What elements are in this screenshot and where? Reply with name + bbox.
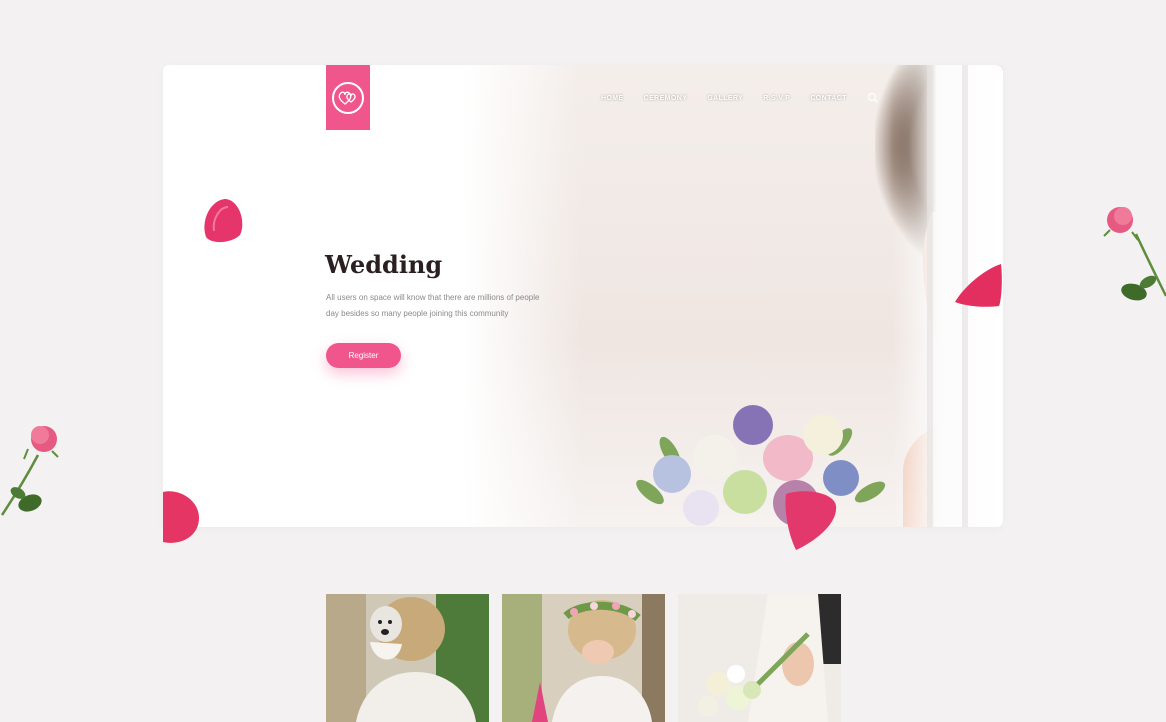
hero-description: All users on space will know that there … (326, 293, 540, 318)
gallery-thumbnail-1[interactable] (326, 594, 489, 722)
nav-item-home[interactable]: HOME (601, 95, 624, 102)
main-nav: HOME CEREMONY GALLERY R.S.V.P CONTACT (601, 92, 879, 104)
gallery-thumbnail-2[interactable] (502, 594, 665, 722)
logo[interactable] (326, 65, 370, 130)
nav-item-gallery[interactable]: GALLERY (707, 95, 743, 102)
rose-decoration-left (0, 426, 59, 516)
nav-item-rsvp[interactable]: R.S.V.P (763, 95, 790, 102)
rose-petal-decoration (785, 491, 837, 550)
rose-decoration-right (1103, 207, 1166, 301)
bouquet-image (632, 375, 903, 527)
logo-hearts-icon (332, 81, 364, 114)
rose-petal-decoration (163, 491, 199, 543)
gallery-thumbnail-3[interactable] (678, 594, 841, 722)
nav-item-contact[interactable]: CONTACT (810, 95, 847, 102)
curtain-fold (927, 65, 933, 527)
hero-title: Wedding (325, 250, 443, 279)
rose-petal-decoration (204, 199, 243, 243)
register-button[interactable]: Register (326, 343, 401, 368)
nav-item-ceremony[interactable]: CEREMONY (644, 95, 688, 102)
rose-petal-decoration (955, 264, 1002, 307)
hero-section: HOME CEREMONY GALLERY R.S.V.P CONTACT We… (163, 65, 1003, 527)
search-icon[interactable] (867, 92, 879, 104)
